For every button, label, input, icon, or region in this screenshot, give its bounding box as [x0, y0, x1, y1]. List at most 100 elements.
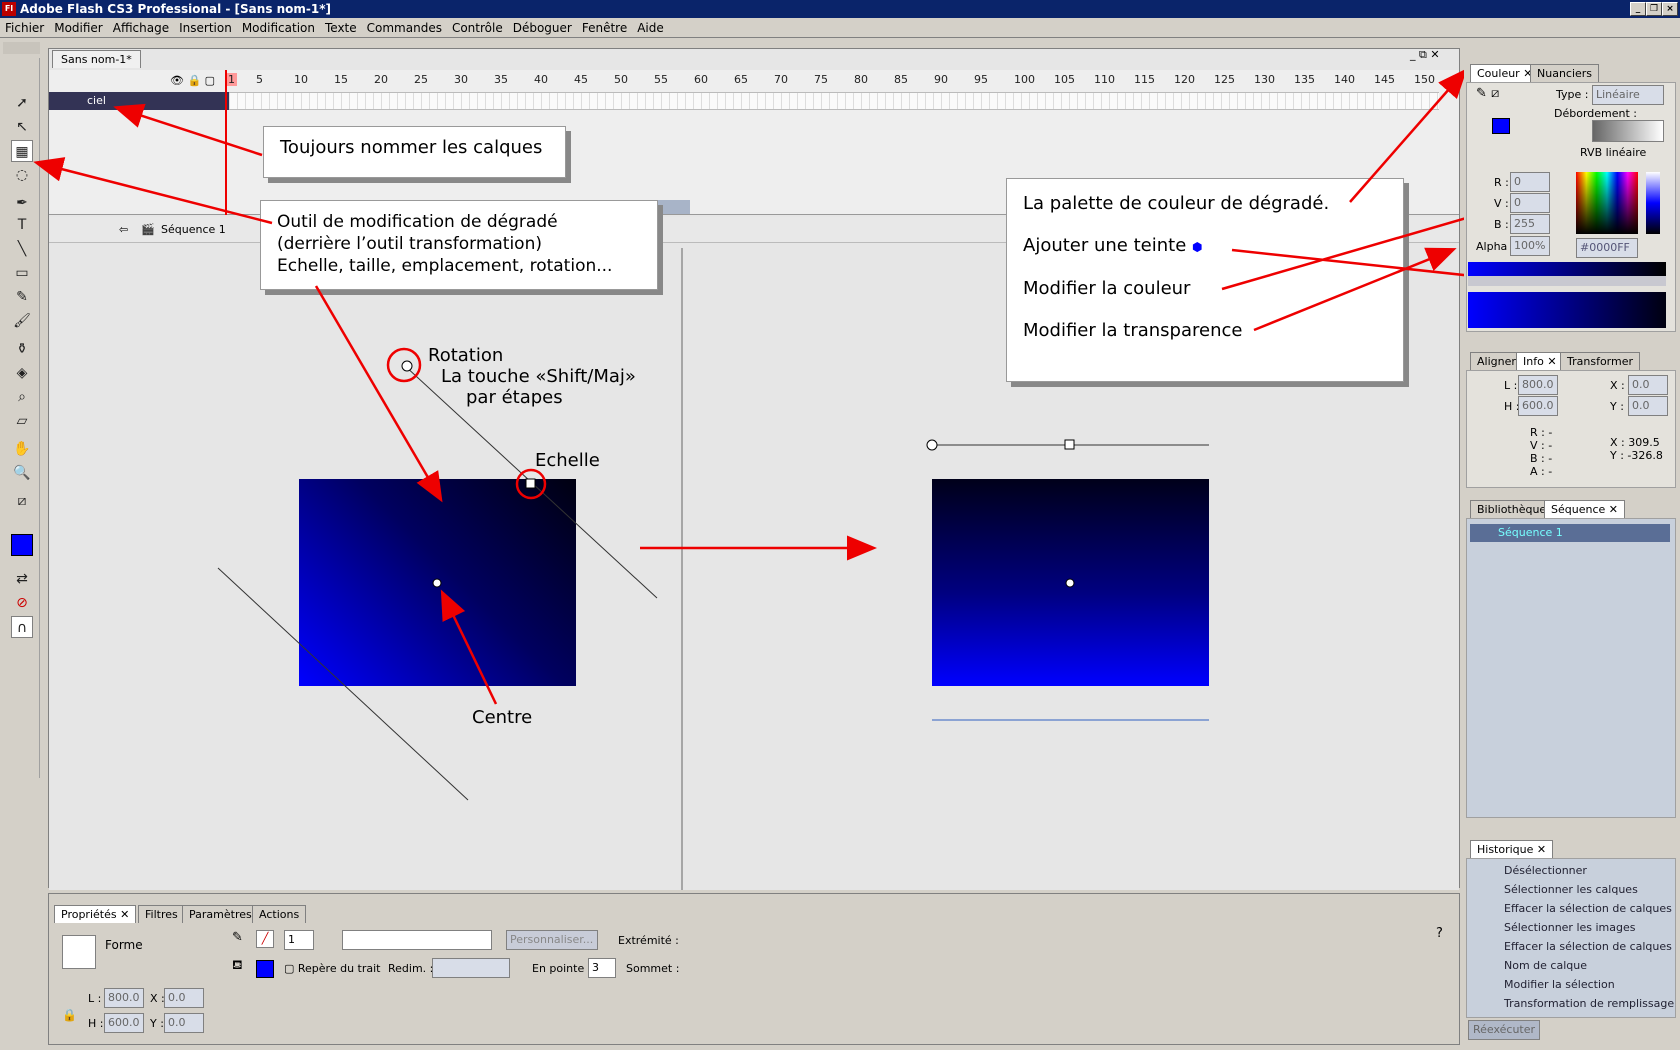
- prop-y-field[interactable]: 0.0: [164, 1013, 204, 1033]
- close-icon[interactable]: ×: [1662, 2, 1678, 16]
- pencil-tool-icon[interactable]: ✎: [11, 286, 33, 308]
- lock-icon[interactable]: 🔒: [62, 1008, 77, 1022]
- tab-sequence[interactable]: Séquence ✕: [1544, 500, 1625, 518]
- custom-button[interactable]: Personnaliser...: [506, 930, 598, 950]
- history-item[interactable]: Modifier la sélection: [1504, 978, 1615, 991]
- history-item[interactable]: Désélectionner: [1504, 864, 1587, 877]
- info-y-field[interactable]: 0.0: [1628, 396, 1668, 416]
- menu-modifier[interactable]: Modifier: [49, 18, 108, 38]
- history-item[interactable]: Transformation de remplissage: [1504, 997, 1674, 1010]
- no-color-icon[interactable]: ⊘: [11, 592, 33, 614]
- panel-fill-swatch[interactable]: [1492, 118, 1510, 134]
- history-item[interactable]: Sélectionner les images: [1504, 921, 1636, 934]
- prop-height-field[interactable]: 600.0: [104, 1013, 144, 1033]
- prop-x-field[interactable]: 0.0: [164, 988, 204, 1008]
- tab-transformer[interactable]: Transformer: [1560, 352, 1641, 370]
- menu-controle[interactable]: Contrôle: [447, 18, 508, 38]
- tab-couleur[interactable]: Couleur ✕: [1470, 64, 1540, 82]
- zoom-tool-icon[interactable]: 🔍: [11, 462, 33, 484]
- scene-list-item[interactable]: Séquence 1: [1470, 524, 1670, 542]
- history-item[interactable]: Nom de calque: [1504, 959, 1587, 972]
- snap-magnet-icon[interactable]: ∩: [11, 616, 33, 638]
- redo-button[interactable]: Réexécuter: [1468, 1020, 1540, 1040]
- layer-name[interactable]: ciel: [87, 94, 106, 107]
- stroke-style-select[interactable]: [342, 930, 492, 950]
- overflow-select[interactable]: [1592, 120, 1664, 142]
- eyedropper-tool-icon[interactable]: ⌕: [11, 386, 33, 408]
- hex-field[interactable]: #0000FF: [1576, 238, 1638, 258]
- b-field[interactable]: 255: [1510, 214, 1550, 234]
- gradient-rect-right[interactable]: [932, 479, 1209, 686]
- fill-color-button[interactable]: [256, 960, 274, 978]
- gradient-transform-tool-icon[interactable]: ▦: [11, 140, 33, 162]
- menu-deboguer[interactable]: Déboguer: [508, 18, 577, 38]
- menu-fenetre[interactable]: Fenêtre: [577, 18, 632, 38]
- hand-tool-icon[interactable]: ✋: [11, 438, 33, 460]
- gradient-bar[interactable]: [1468, 262, 1666, 276]
- selection-tool-icon[interactable]: ➚: [11, 92, 33, 114]
- tab-aligner[interactable]: Aligner: [1470, 352, 1523, 370]
- gradient-pointers[interactable]: [1468, 276, 1666, 286]
- r-field[interactable]: 0: [1510, 172, 1550, 192]
- eraser-tool-icon[interactable]: ▱: [11, 410, 33, 432]
- type-select[interactable]: Linéaire: [1592, 85, 1664, 105]
- menu-texte[interactable]: Texte: [320, 18, 362, 38]
- stroke-size-field[interactable]: 1: [284, 930, 314, 950]
- paint-bucket-tool-icon[interactable]: ◈: [11, 362, 33, 384]
- minimize-icon[interactable]: _: [1630, 2, 1646, 16]
- menu-fichier[interactable]: Fichier: [0, 18, 49, 38]
- gradient-rect-left[interactable]: [299, 479, 576, 686]
- tab-actions[interactable]: Actions: [252, 905, 307, 923]
- rectangle-tool-icon[interactable]: ▭: [11, 262, 33, 284]
- scene-name[interactable]: Séquence 1: [161, 217, 226, 243]
- fill-color-swatch[interactable]: [11, 534, 33, 556]
- lasso-tool-icon[interactable]: ◌: [11, 164, 33, 186]
- stroke-pencil-icon[interactable]: ✎ ⧄: [1476, 86, 1499, 101]
- menu-insertion[interactable]: Insertion: [174, 18, 237, 38]
- tab-nuanciers[interactable]: Nuanciers: [1530, 64, 1600, 82]
- layer-row-ciel[interactable]: ciel: [49, 92, 229, 110]
- help-icon[interactable]: ?: [1436, 926, 1443, 941]
- tab-bibliotheque[interactable]: Bibliothèque: [1470, 500, 1554, 518]
- info-x-field[interactable]: 0.0: [1628, 375, 1668, 395]
- paint-bucket-icon[interactable]: ⛾: [232, 958, 243, 975]
- pen-tool-icon[interactable]: ✒: [11, 192, 33, 214]
- stroke-color-button[interactable]: ╱: [256, 930, 274, 948]
- tools-gripper[interactable]: [3, 42, 40, 54]
- document-tab[interactable]: Sans nom-1*: [52, 50, 141, 68]
- info-height-field[interactable]: 600.0: [1518, 396, 1558, 416]
- color-spectrum[interactable]: [1576, 172, 1638, 234]
- history-item[interactable]: Sélectionner les calques: [1504, 883, 1638, 896]
- v-field[interactable]: 0: [1510, 193, 1550, 213]
- history-item[interactable]: Effacer la sélection de calques: [1504, 940, 1672, 953]
- tab-proprietes[interactable]: Propriétés ✕: [54, 905, 137, 923]
- stroke-hint-checkbox[interactable]: ▢ Repère du trait: [284, 962, 381, 975]
- ink-bottle-tool-icon[interactable]: ⚱: [11, 338, 33, 360]
- tab-filtres[interactable]: Filtres: [138, 905, 185, 923]
- brush-tool-icon[interactable]: 🖌: [11, 310, 33, 332]
- menu-modification[interactable]: Modification: [237, 18, 320, 38]
- menu-affichage[interactable]: Affichage: [108, 18, 174, 38]
- playhead[interactable]: [225, 70, 227, 215]
- eye-lock-outline-icons[interactable]: 👁 🔒 ▢: [170, 74, 215, 87]
- brightness-slider[interactable]: [1646, 172, 1660, 234]
- stroke-color-icon[interactable]: ⧄: [11, 490, 33, 512]
- tab-info[interactable]: Info ✕: [1516, 352, 1564, 370]
- info-width-field[interactable]: 800.0: [1518, 375, 1558, 395]
- subselection-tool-icon[interactable]: ↖: [11, 116, 33, 138]
- layer-frames[interactable]: [229, 92, 1439, 110]
- menu-commandes[interactable]: Commandes: [362, 18, 447, 38]
- history-item[interactable]: Effacer la sélection de calques: [1504, 902, 1672, 915]
- redim-select[interactable]: [432, 958, 510, 978]
- swap-colors-icon[interactable]: ⇄: [11, 568, 33, 590]
- rgb-linear-checkbox[interactable]: RVB linéaire: [1580, 146, 1646, 159]
- doc-window-controls[interactable]: _ ⧉ ✕: [1410, 48, 1440, 62]
- menu-aide[interactable]: Aide: [632, 18, 669, 38]
- text-tool-icon[interactable]: T: [11, 214, 33, 236]
- line-tool-icon[interactable]: ╲: [11, 238, 33, 260]
- alpha-field[interactable]: 100%: [1510, 236, 1550, 256]
- stroke-pencil-icon[interactable]: ✎: [232, 930, 243, 945]
- en-pointe-field[interactable]: 3: [588, 958, 616, 978]
- prop-width-field[interactable]: 800.0: [104, 988, 144, 1008]
- tab-parametres[interactable]: Paramètres: [182, 905, 259, 923]
